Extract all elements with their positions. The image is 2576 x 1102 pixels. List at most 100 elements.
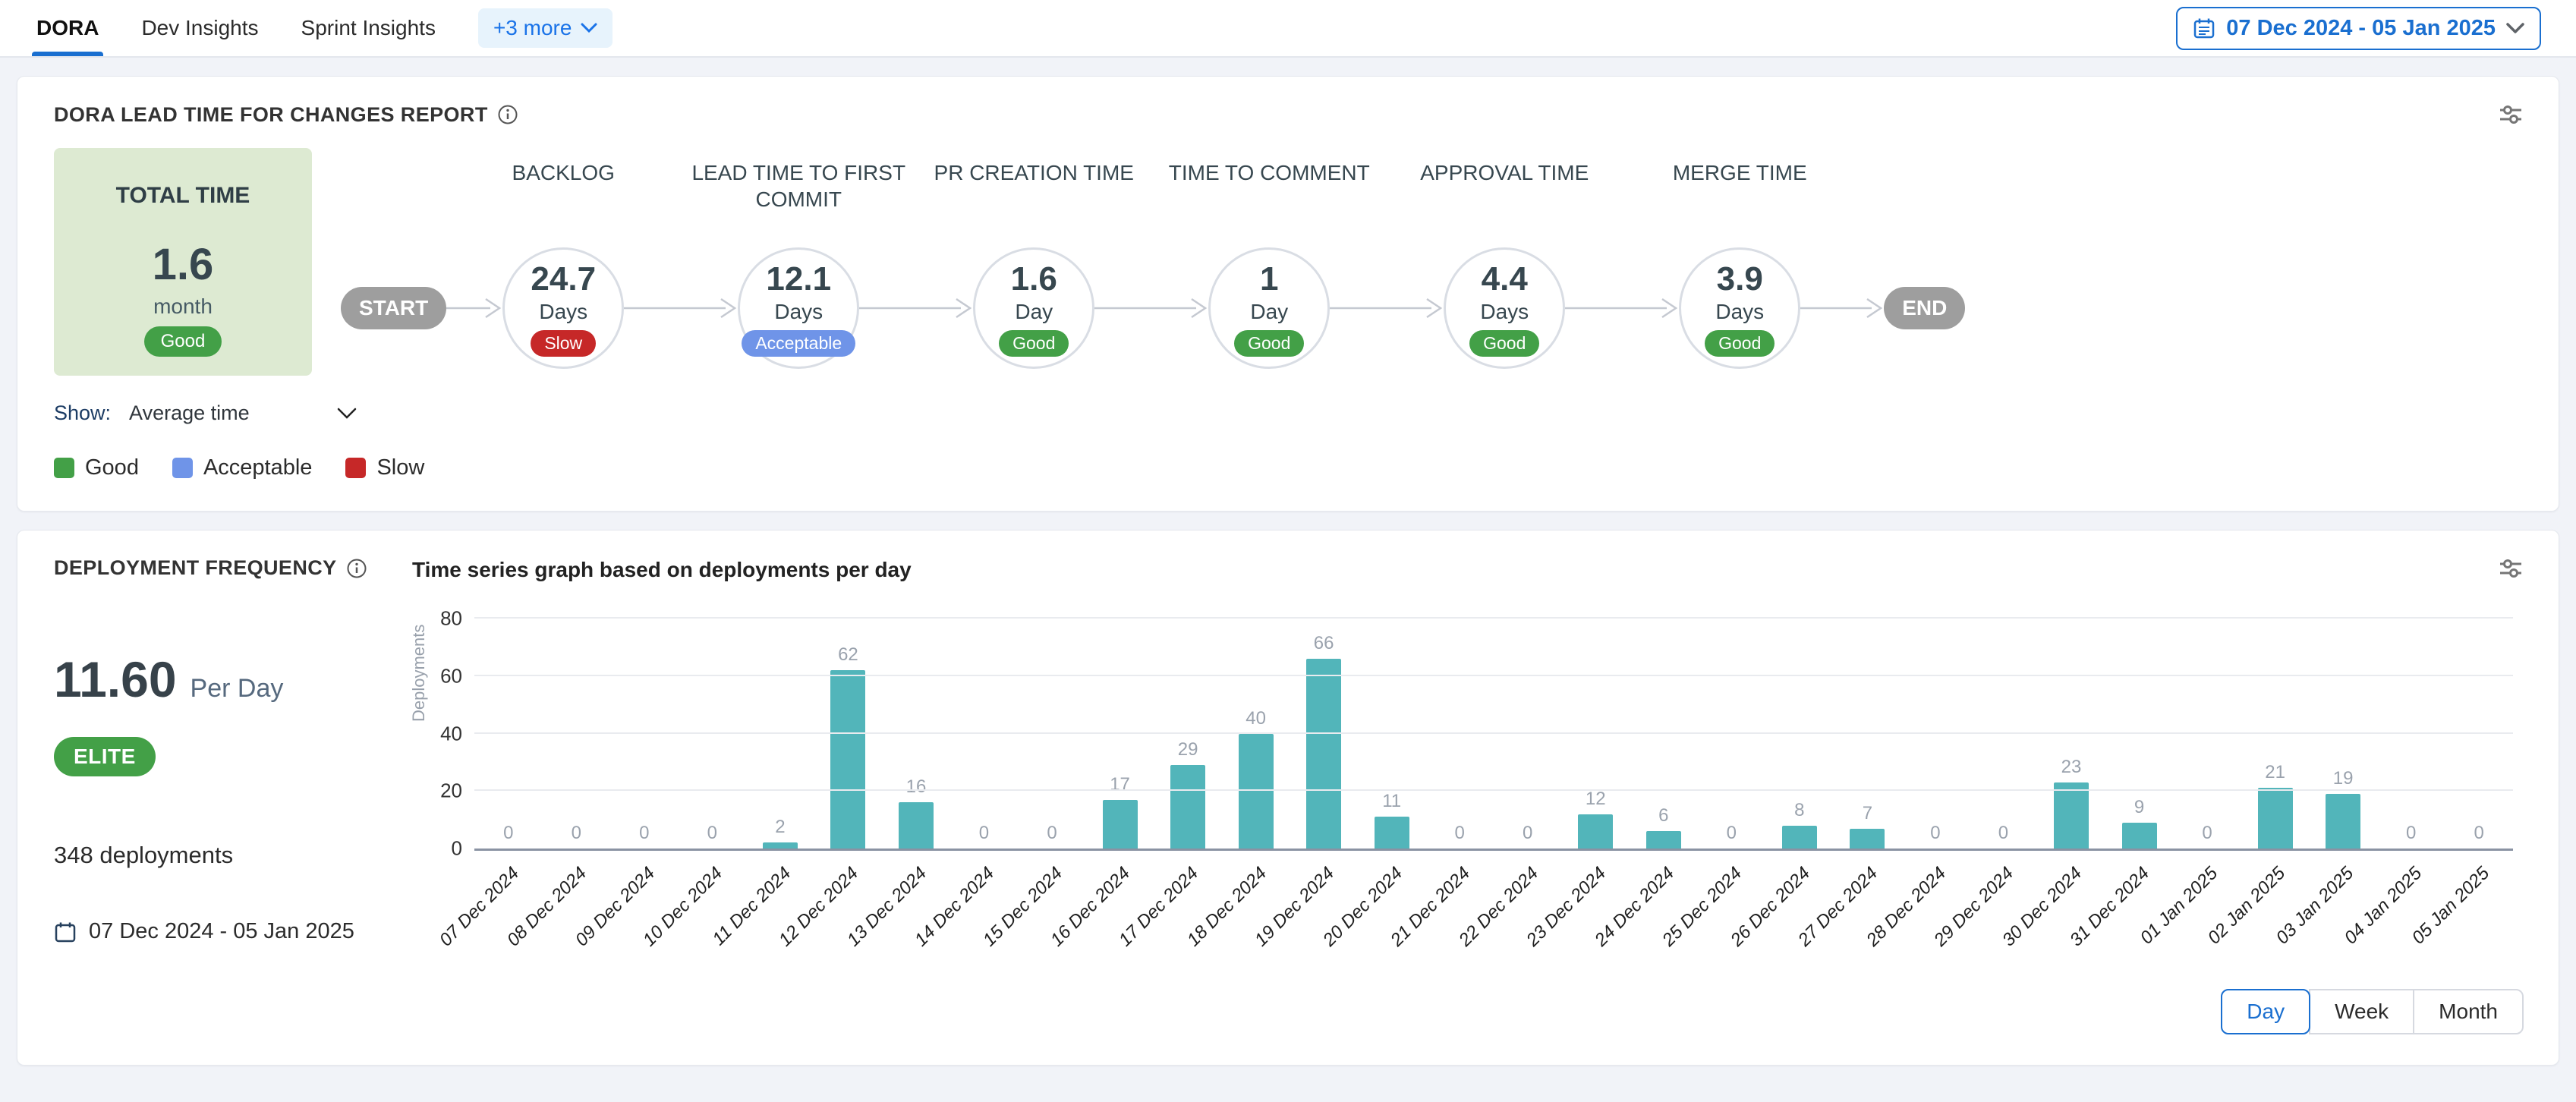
flow-arrow-icon (1800, 294, 1884, 322)
plot-area: 0000262160017294066110012608700239021190… (474, 619, 2513, 851)
bar-column: 6 (1630, 619, 1698, 849)
stage-unit: Day (1250, 300, 1288, 324)
total-time-unit: month (153, 294, 213, 319)
gridline (474, 675, 2513, 676)
bar[interactable] (1239, 734, 1274, 849)
bar-value-label: 0 (979, 823, 989, 844)
sliders-settings-icon[interactable] (2498, 556, 2524, 581)
info-icon[interactable] (346, 558, 367, 579)
stage-value: 3.9 (1717, 260, 1763, 298)
lead-time-flow: START BACKLOG 24.7 Days Slow LEAD TIME T… (341, 148, 1965, 376)
gridline (474, 732, 2513, 734)
bar-column: 0 (2377, 619, 2445, 849)
chart-subtitle: Time series graph based on deployments p… (412, 556, 2498, 582)
bar-value-label: 0 (639, 823, 649, 844)
stage-circle: 3.9 Days Good (1679, 247, 1800, 369)
flow-start-pill: START (341, 287, 446, 329)
bar-value-label: 29 (1178, 739, 1198, 760)
stage-unit: Day (1015, 300, 1053, 324)
bar-value-label: 17 (1110, 774, 1130, 795)
lead-time-card-title: DORA LEAD TIME FOR CHANGES REPORT (54, 103, 518, 127)
bar[interactable] (1578, 814, 1613, 849)
deployment-frequency-card: DEPLOYMENT FREQUENCY Time series graph b… (17, 530, 2559, 1066)
stage-name: APPROVAL TIME (1387, 159, 1622, 186)
bar[interactable] (1170, 765, 1205, 849)
stage-name: MERGE TIME (1622, 159, 1857, 186)
bar-column: 11 (1358, 619, 1426, 849)
stage-status-badge: Good (1234, 330, 1304, 357)
bar-column: 66 (1290, 619, 1358, 849)
bar-column: 16 (882, 619, 950, 849)
bar-column: 0 (2445, 619, 2513, 849)
flow-arrow-icon (1565, 294, 1679, 322)
bar[interactable] (1103, 800, 1138, 849)
legend-label: Slow (376, 455, 424, 480)
bar[interactable] (2326, 794, 2360, 849)
show-mode-dropdown[interactable]: Average time (129, 401, 357, 425)
stage-status-badge: Good (999, 330, 1069, 357)
bar-column: 23 (2037, 619, 2105, 849)
bar[interactable] (2054, 782, 2089, 849)
bar[interactable] (830, 670, 865, 849)
total-time-value: 1.6 (153, 239, 214, 290)
bar[interactable] (2258, 788, 2293, 849)
y-tick-label: 20 (440, 779, 462, 803)
more-tabs-button[interactable]: +3 more (478, 8, 613, 48)
tab-dev-insights[interactable]: Dev Insights (141, 0, 258, 56)
bar-value-label: 23 (2061, 757, 2082, 778)
bar-value-label: 0 (503, 823, 513, 844)
chevron-down-icon (2506, 23, 2524, 34)
bar-value-label: 21 (2265, 762, 2285, 783)
bar-column: 0 (679, 619, 747, 849)
deployment-card-title: DEPLOYMENT FREQUENCY (54, 556, 412, 580)
bar-column: 0 (1901, 619, 1970, 849)
legend-item-slow: Slow (345, 455, 424, 480)
bar-column: 17 (1086, 619, 1154, 849)
bar-column: 29 (1154, 619, 1222, 849)
tab-sprint-insights[interactable]: Sprint Insights (301, 0, 436, 56)
stage-value: 1 (1260, 260, 1278, 298)
date-range-picker[interactable]: 07 Dec 2024 - 05 Jan 2025 (2176, 7, 2541, 50)
bar[interactable] (1646, 831, 1681, 849)
bar-value-label: 0 (1047, 823, 1057, 844)
report-tabs: DORA Dev Insights Sprint Insights +3 mor… (36, 0, 613, 56)
bar[interactable] (1782, 826, 1817, 849)
bar-value-label: 0 (1523, 823, 1532, 844)
x-tick-cell: 05 Jan 2025 (2445, 854, 2513, 978)
stage-circle: 1.6 Day Good (973, 247, 1094, 369)
lead-time-title-text: DORA LEAD TIME FOR CHANGES REPORT (54, 103, 488, 127)
bar[interactable] (1306, 659, 1341, 849)
deployment-stats: 11.60 Per Day ELITE 348 deployments 07 D… (54, 608, 409, 981)
deployment-chart: Deployments 0000262160017294066110012608… (409, 608, 2524, 981)
bar[interactable] (763, 842, 798, 849)
info-icon[interactable] (497, 104, 518, 125)
sliders-settings-icon[interactable] (2498, 102, 2524, 127)
bar-value-label: 66 (1314, 633, 1334, 654)
bar-column: 0 (610, 619, 679, 849)
status-legend: Good Acceptable Slow (54, 455, 2524, 480)
chevron-down-icon (337, 408, 357, 420)
calendar-icon (54, 921, 77, 943)
bar-column: 0 (1698, 619, 1766, 849)
chevron-down-icon (581, 23, 597, 33)
bar[interactable] (2122, 823, 2157, 849)
bar[interactable] (1850, 829, 1885, 849)
bar-column: 0 (1425, 619, 1494, 849)
stage-name: TIME TO COMMENT (1151, 159, 1387, 186)
gridline (474, 617, 2513, 619)
bar[interactable] (1375, 817, 1409, 849)
legend-swatch-good (54, 458, 74, 478)
legend-item-acceptable: Acceptable (172, 455, 313, 480)
granularity-day-button[interactable]: Day (2221, 989, 2310, 1034)
stage-time-to-comment: TIME TO COMMENT 1 Day Good (1208, 247, 1330, 369)
lead-time-card: DORA LEAD TIME FOR CHANGES REPORT TOTAL … (17, 76, 2559, 512)
bar[interactable] (899, 802, 934, 849)
stage-value: 12.1 (766, 260, 831, 298)
granularity-month-button[interactable]: Month (2413, 989, 2524, 1034)
y-axis-title: Deployments (409, 625, 429, 722)
bar-value-label: 6 (1658, 805, 1668, 826)
y-tick-label: 60 (440, 664, 462, 688)
granularity-week-button[interactable]: Week (2309, 989, 2414, 1034)
tab-dora[interactable]: DORA (36, 0, 99, 56)
bar-column: 62 (814, 619, 883, 849)
